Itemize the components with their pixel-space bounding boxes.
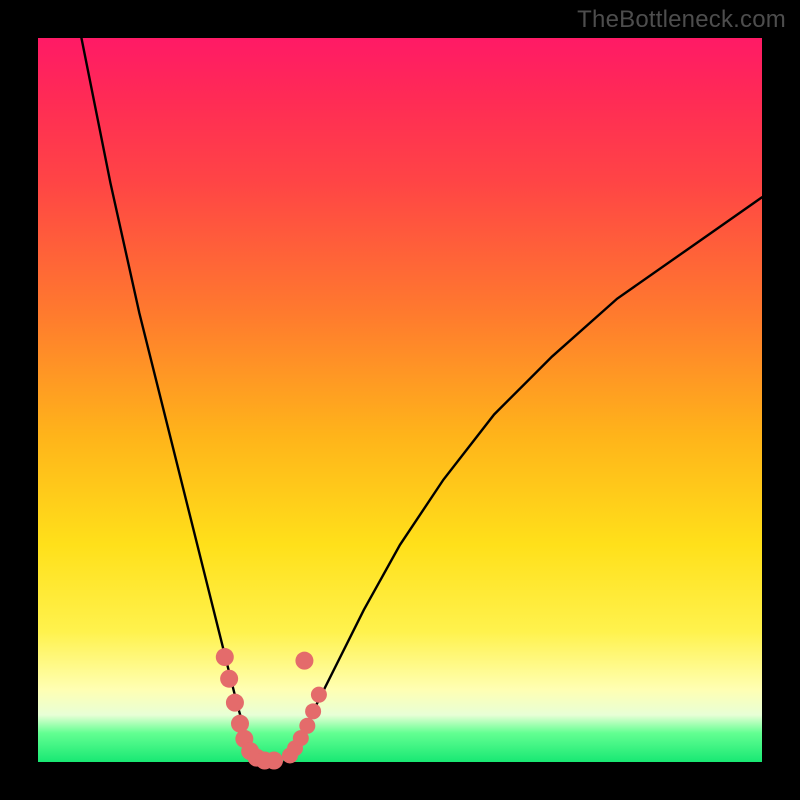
valley-marker-right <box>311 687 327 703</box>
valley-marker-left <box>220 670 238 688</box>
valley-marker-left <box>216 648 234 666</box>
valley-marker-single <box>295 652 313 670</box>
valley-marker-left <box>265 752 283 770</box>
valley-marker-right <box>305 703 321 719</box>
curve-svg <box>38 38 762 762</box>
valley-marker-left <box>231 715 249 733</box>
plot-area <box>38 38 762 762</box>
valley-marker-right <box>299 718 315 734</box>
chart-frame: TheBottleneck.com <box>0 0 800 800</box>
valley-marker-left <box>226 694 244 712</box>
watermark-text: TheBottleneck.com <box>577 6 786 34</box>
curve-right-branch <box>284 197 762 762</box>
